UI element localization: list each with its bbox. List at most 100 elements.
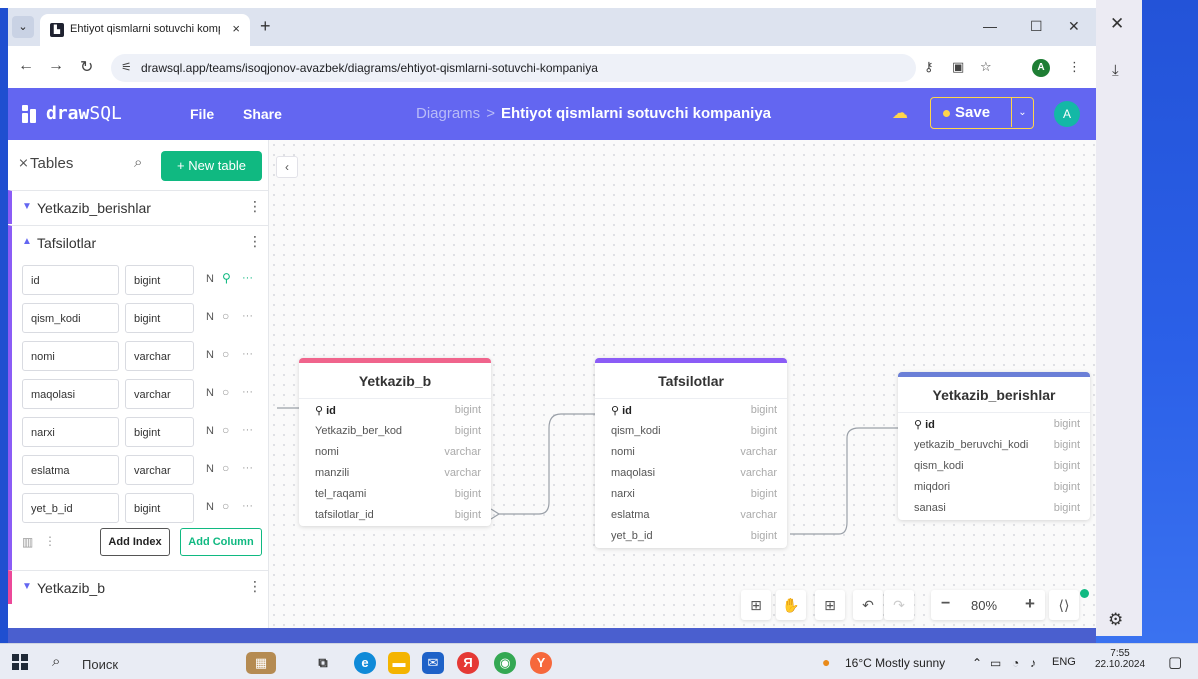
- url-text[interactable]: drawsql.app/teams/isoqjonov-avazbek/diag…: [141, 61, 598, 75]
- download-icon[interactable]: ⤓: [1112, 62, 1119, 79]
- back-icon[interactable]: ←: [18, 57, 34, 75]
- sidebar-item-yetkazib-berishlar[interactable]: ▼ Yetkazib_berishlar ⋮: [8, 190, 269, 224]
- index-menu-icon[interactable]: ⋮: [44, 534, 56, 548]
- fit-view-button[interactable]: ⊞: [741, 590, 771, 620]
- mail-icon[interactable]: ✉: [422, 652, 444, 674]
- diagram-title[interactable]: Ehtiyot qismlarni sotuvchi kompaniya: [501, 105, 771, 122]
- table-card-column[interactable]: ⚲ id bigint: [299, 399, 491, 420]
- more-options-icon[interactable]: ···: [242, 272, 253, 284]
- sidebar-item-tafsilotlar[interactable]: ▲ Tafsilotlar ⋮: [8, 225, 269, 259]
- search-icon[interactable]: ⌕: [134, 154, 142, 171]
- key-toggle-icon[interactable]: ○: [222, 309, 229, 323]
- column-name-input[interactable]: eslatma: [22, 455, 119, 485]
- column-name-input[interactable]: narxi: [22, 417, 119, 447]
- collapse-sidebar-button[interactable]: ‹: [276, 156, 298, 178]
- windows-start-icon[interactable]: [12, 654, 28, 670]
- nullable-toggle[interactable]: N: [206, 387, 214, 399]
- weather-text[interactable]: 16°C Mostly sunny: [845, 656, 945, 670]
- sidebar-item-yetkazib-b[interactable]: ▼ Yetkazib_b ⋮: [8, 570, 269, 604]
- bookmark-star-icon[interactable]: ☆: [980, 59, 992, 75]
- news-widget-icon[interactable]: ▦: [246, 652, 276, 674]
- close-window-icon[interactable]: ✕: [1068, 18, 1080, 35]
- table-card-column[interactable]: qism_kodi bigint: [898, 455, 1090, 476]
- add-column-button[interactable]: Add Column: [180, 528, 262, 556]
- password-key-icon[interactable]: ⚷: [924, 59, 934, 75]
- forward-icon[interactable]: →: [48, 57, 64, 75]
- tab-search-icon[interactable]: ⌄: [12, 16, 34, 38]
- table-card-column[interactable]: miqdori bigint: [898, 476, 1090, 497]
- table-card-column[interactable]: Yetkazib_ber_kod bigint: [299, 420, 491, 441]
- table-card-tafsilotlar[interactable]: Tafsilotlar ⚲ id bigint qism_kodi bigint nom…: [595, 358, 787, 548]
- relation-line[interactable]: [499, 413, 595, 515]
- nullable-toggle[interactable]: N: [206, 349, 214, 361]
- nullable-toggle[interactable]: N: [206, 273, 214, 285]
- new-tab-button[interactable]: +: [260, 16, 271, 37]
- embed-code-button[interactable]: ⟨⟩: [1049, 590, 1079, 620]
- more-options-icon[interactable]: ···: [242, 462, 253, 474]
- kebab-menu-icon[interactable]: ⋮: [248, 198, 262, 215]
- wifi-icon[interactable]: ◔: [1012, 656, 1019, 670]
- show-hidden-icons-icon[interactable]: ⌃: [972, 656, 982, 670]
- nullable-toggle[interactable]: N: [206, 311, 214, 323]
- undo-button[interactable]: ↶: [853, 590, 883, 620]
- kebab-menu-icon[interactable]: ⋮: [248, 578, 262, 595]
- column-name-input[interactable]: yet_b_id: [22, 493, 119, 523]
- table-card-column[interactable]: ⚲ id bigint: [595, 399, 787, 420]
- table-card-column[interactable]: sanasi bigint: [898, 497, 1090, 518]
- translate-icon[interactable]: ▣: [952, 59, 964, 75]
- more-options-icon[interactable]: ···: [242, 424, 253, 436]
- more-options-icon[interactable]: ···: [242, 310, 253, 322]
- column-type-select[interactable]: bigint: [125, 417, 194, 447]
- cloud-warning-icon[interactable]: ☁: [892, 103, 908, 123]
- active-tab[interactable]: ▙ Ehtiyot qismlarni sotuvchi komp ×: [40, 14, 250, 46]
- key-toggle-icon[interactable]: ○: [222, 385, 229, 399]
- table-card-column[interactable]: yetkazib_beruvchi_kodi bigint: [898, 434, 1090, 455]
- more-options-icon[interactable]: ···: [242, 386, 253, 398]
- user-avatar[interactable]: A: [1054, 101, 1080, 127]
- key-toggle-icon[interactable]: ○: [222, 499, 229, 513]
- pan-tool-button[interactable]: ✋: [776, 590, 806, 620]
- reload-icon[interactable]: ↻: [80, 57, 93, 77]
- key-toggle-icon[interactable]: ○: [222, 423, 229, 437]
- table-card-column[interactable]: nomi varchar: [299, 441, 491, 462]
- primary-key-icon[interactable]: ⚲: [222, 271, 231, 285]
- customize-icon[interactable]: ⚙: [1108, 610, 1123, 630]
- zoom-in-button[interactable]: +: [1025, 594, 1035, 614]
- app-logo[interactable]: drawSQL: [46, 103, 122, 124]
- column-type-select[interactable]: bigint: [125, 265, 194, 295]
- language-indicator[interactable]: ENG: [1052, 656, 1076, 668]
- table-card-column[interactable]: maqolasi varchar: [595, 462, 787, 483]
- column-name-input[interactable]: qism_kodi: [22, 303, 119, 333]
- column-type-select[interactable]: bigint: [125, 303, 194, 333]
- browser-menu-icon[interactable]: ⋮: [1068, 59, 1081, 75]
- column-type-select[interactable]: varchar: [125, 455, 194, 485]
- task-view-icon[interactable]: ⧉: [312, 652, 334, 674]
- save-dropdown-chevron-icon[interactable]: ⌄: [1011, 98, 1033, 127]
- add-index-button[interactable]: Add Index: [100, 528, 170, 556]
- auto-arrange-button[interactable]: ⊞: [815, 590, 845, 620]
- table-card-column[interactable]: nomi varchar: [595, 441, 787, 462]
- site-info-icon[interactable]: ⚟: [121, 60, 132, 74]
- taskbar-search[interactable]: ⌕ Поиск: [46, 651, 226, 675]
- table-card-column[interactable]: eslatma varchar: [595, 504, 787, 525]
- nullable-toggle[interactable]: N: [206, 501, 214, 513]
- index-icon[interactable]: ▥: [22, 535, 33, 549]
- more-options-icon[interactable]: ···: [242, 500, 253, 512]
- column-name-input[interactable]: nomi: [22, 341, 119, 371]
- network-icon[interactable]: ▭: [990, 656, 1001, 670]
- minimize-icon[interactable]: —: [983, 18, 997, 34]
- save-button[interactable]: Save ⌄: [930, 97, 1034, 129]
- chrome-icon[interactable]: ◉: [494, 652, 516, 674]
- notifications-icon[interactable]: ▢: [1168, 653, 1182, 671]
- table-card-yetkazib-berishlar[interactable]: Yetkazib_berishlar ⚲ id bigint yetkazib_be…: [898, 372, 1090, 520]
- table-card-title[interactable]: Yetkazib_b: [299, 363, 491, 399]
- nullable-toggle[interactable]: N: [206, 425, 214, 437]
- profile-avatar-icon[interactable]: A: [1032, 59, 1050, 77]
- zoom-out-button[interactable]: −: [941, 595, 950, 613]
- more-options-icon[interactable]: ···: [242, 348, 253, 360]
- yandex-icon[interactable]: Я: [457, 652, 479, 674]
- edge-icon[interactable]: e: [354, 652, 376, 674]
- column-type-select[interactable]: varchar: [125, 379, 194, 409]
- yandex-browser-icon[interactable]: Y: [530, 652, 552, 674]
- collapse-all-icon[interactable]: ⨯: [18, 155, 29, 171]
